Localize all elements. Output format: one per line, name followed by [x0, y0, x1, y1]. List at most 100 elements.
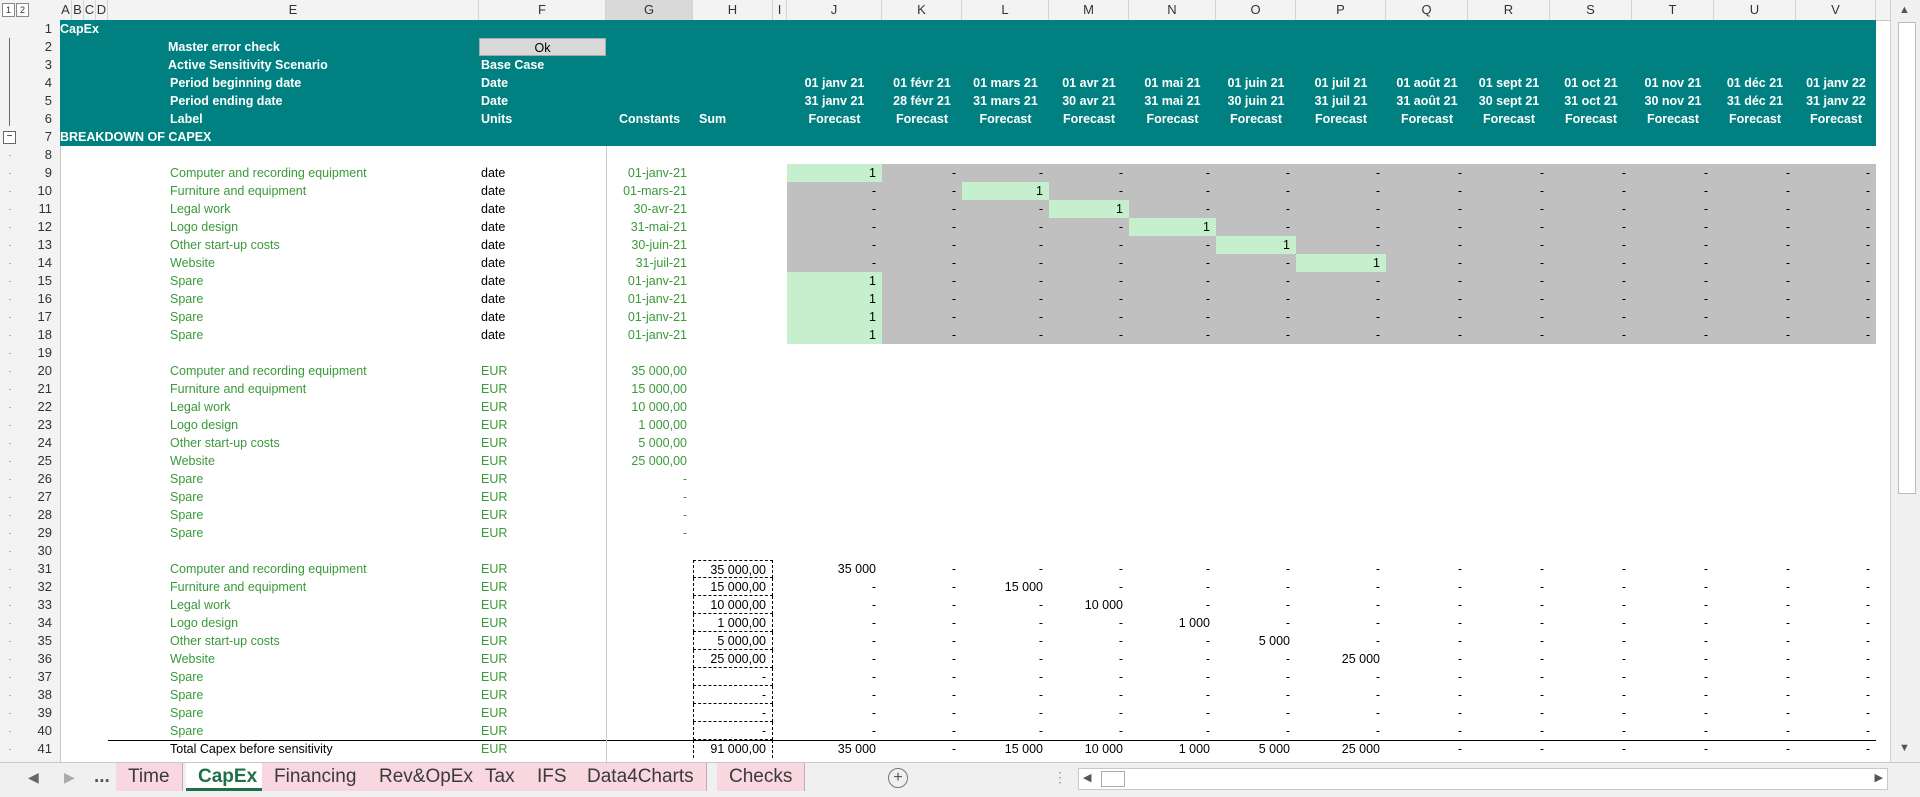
schedule-cell[interactable]: -	[1550, 614, 1632, 632]
row-label[interactable]: Spare	[108, 722, 479, 740]
row-number[interactable]: 19	[20, 344, 60, 362]
schedule-cell[interactable]: -	[1632, 704, 1714, 722]
flag-cell[interactable]: -	[882, 254, 962, 272]
column-header-q[interactable]: Q	[1386, 0, 1468, 20]
schedule-cell[interactable]: -	[1296, 668, 1386, 686]
period-header[interactable]: 01 août 21	[1386, 74, 1468, 92]
flag-cell[interactable]: -	[882, 200, 962, 218]
period-header[interactable]: 01 avr 21	[1049, 74, 1129, 92]
schedule-cell[interactable]: -	[1550, 650, 1632, 668]
scroll-right-icon[interactable]: ▶	[1875, 771, 1883, 784]
column-header-k[interactable]: K	[882, 0, 962, 20]
flag-cell[interactable]: -	[1632, 272, 1714, 290]
total-cell[interactable]: -	[1796, 740, 1876, 758]
flag-cell[interactable]: -	[1386, 164, 1468, 182]
schedule-cell[interactable]: -	[1216, 560, 1296, 578]
row-date[interactable]: 01-janv-21	[606, 272, 693, 290]
schedule-cell[interactable]: -	[1049, 560, 1129, 578]
schedule-cell[interactable]: 1 000	[1129, 614, 1216, 632]
flag-cell[interactable]: -	[962, 236, 1049, 254]
flag-cell[interactable]: -	[1386, 272, 1468, 290]
period-header[interactable]: 01 déc 21	[1714, 74, 1796, 92]
row-number[interactable]: 9	[20, 164, 60, 182]
schedule-cell[interactable]: -	[1796, 614, 1876, 632]
tab-splitter-icon[interactable]: ⋮	[1053, 769, 1067, 786]
flag-cell[interactable]: -	[1296, 182, 1386, 200]
sensitivity-scenario-value[interactable]: Base Case	[479, 56, 606, 74]
row-unit[interactable]: date	[479, 272, 606, 290]
schedule-cell[interactable]: -	[1296, 686, 1386, 704]
schedule-cell[interactable]: -	[1468, 704, 1550, 722]
row-number[interactable]: 12	[20, 218, 60, 236]
flag-cell[interactable]: 1	[1129, 218, 1216, 236]
schedule-cell[interactable]: -	[787, 686, 882, 704]
row-label[interactable]: Legal work	[108, 398, 479, 416]
flag-cell[interactable]: -	[1550, 200, 1632, 218]
flag-cell[interactable]: -	[882, 236, 962, 254]
row-number[interactable]: 23	[20, 416, 60, 434]
schedule-cell[interactable]: -	[787, 650, 882, 668]
schedule-cell[interactable]: 35 000	[787, 560, 882, 578]
schedule-cell[interactable]: -	[1468, 596, 1550, 614]
flag-cell[interactable]: -	[787, 218, 882, 236]
row-unit[interactable]: date	[479, 326, 606, 344]
row-number[interactable]: 35	[20, 632, 60, 650]
flag-cell[interactable]: -	[1216, 326, 1296, 344]
schedule-cell[interactable]: -	[962, 596, 1049, 614]
period-header[interactable]: Forecast	[1129, 110, 1216, 128]
schedule-cell[interactable]: -	[1296, 614, 1386, 632]
row-number[interactable]: 10	[20, 182, 60, 200]
flag-cell[interactable]: -	[962, 272, 1049, 290]
flag-cell[interactable]: -	[1796, 272, 1876, 290]
flag-cell[interactable]: -	[1049, 164, 1129, 182]
period-header[interactable]: Forecast	[1216, 110, 1296, 128]
flag-cell[interactable]: -	[1468, 308, 1550, 326]
row-unit[interactable]: date	[479, 308, 606, 326]
row-constant[interactable]: -	[606, 506, 693, 524]
header-label[interactable]: Period beginning date	[108, 74, 479, 92]
scroll-down-icon[interactable]: ▼	[1899, 742, 1910, 754]
schedule-cell[interactable]: -	[1386, 704, 1468, 722]
sheet-tab-rev-opex[interactable]: Rev&OpEx	[367, 763, 486, 791]
schedule-cell[interactable]: -	[787, 668, 882, 686]
flag-cell[interactable]: -	[1129, 326, 1216, 344]
flag-cell[interactable]: -	[1550, 254, 1632, 272]
period-header[interactable]: 31 juil 21	[1296, 92, 1386, 110]
spreadsheet-area[interactable]: ABCDEFGHIJKLMNOPQRSTUV 12 − · · · · · · · · · · · · ·…	[0, 0, 1920, 762]
row-number[interactable]: 5	[20, 92, 60, 110]
header-unit[interactable]: Date	[479, 92, 606, 110]
row-constant[interactable]: 25 000,00	[606, 452, 693, 470]
schedule-cell[interactable]: -	[787, 704, 882, 722]
sheet-tab-ifs[interactable]: IFS	[525, 763, 580, 791]
schedule-cell[interactable]: -	[1550, 596, 1632, 614]
schedule-cell[interactable]: -	[882, 686, 962, 704]
schedule-cell[interactable]: -	[1632, 632, 1714, 650]
period-header[interactable]: 31 mars 21	[962, 92, 1049, 110]
row-number[interactable]: 40	[20, 722, 60, 740]
schedule-cell[interactable]: -	[1049, 650, 1129, 668]
flag-cell[interactable]: -	[1129, 272, 1216, 290]
schedule-cell[interactable]: -	[1714, 632, 1796, 650]
row-number[interactable]: 37	[20, 668, 60, 686]
period-header[interactable]: Forecast	[882, 110, 962, 128]
row-label[interactable]: Furniture and equipment	[108, 578, 479, 596]
column-header-a[interactable]: A	[60, 0, 72, 20]
schedule-cell[interactable]: -	[1796, 578, 1876, 596]
row-sum[interactable]: -	[693, 686, 773, 704]
column-header-i[interactable]: I	[773, 0, 787, 20]
flag-cell[interactable]: -	[1296, 272, 1386, 290]
row-unit[interactable]: date	[479, 182, 606, 200]
flag-cell[interactable]: 1	[787, 290, 882, 308]
collapse-group-icon[interactable]: −	[3, 131, 16, 144]
period-header[interactable]: 30 sept 21	[1468, 92, 1550, 110]
column-header-e[interactable]: E	[108, 0, 479, 20]
schedule-cell[interactable]: -	[1796, 722, 1876, 740]
period-header[interactable]: Forecast	[1296, 110, 1386, 128]
row-number[interactable]: 24	[20, 434, 60, 452]
schedule-cell[interactable]: -	[1796, 560, 1876, 578]
flag-cell[interactable]: 1	[787, 326, 882, 344]
flag-cell[interactable]: -	[1632, 200, 1714, 218]
schedule-cell[interactable]: -	[1049, 632, 1129, 650]
sheet-tab-financing[interactable]: Financing	[262, 763, 370, 791]
schedule-cell[interactable]: -	[1632, 686, 1714, 704]
